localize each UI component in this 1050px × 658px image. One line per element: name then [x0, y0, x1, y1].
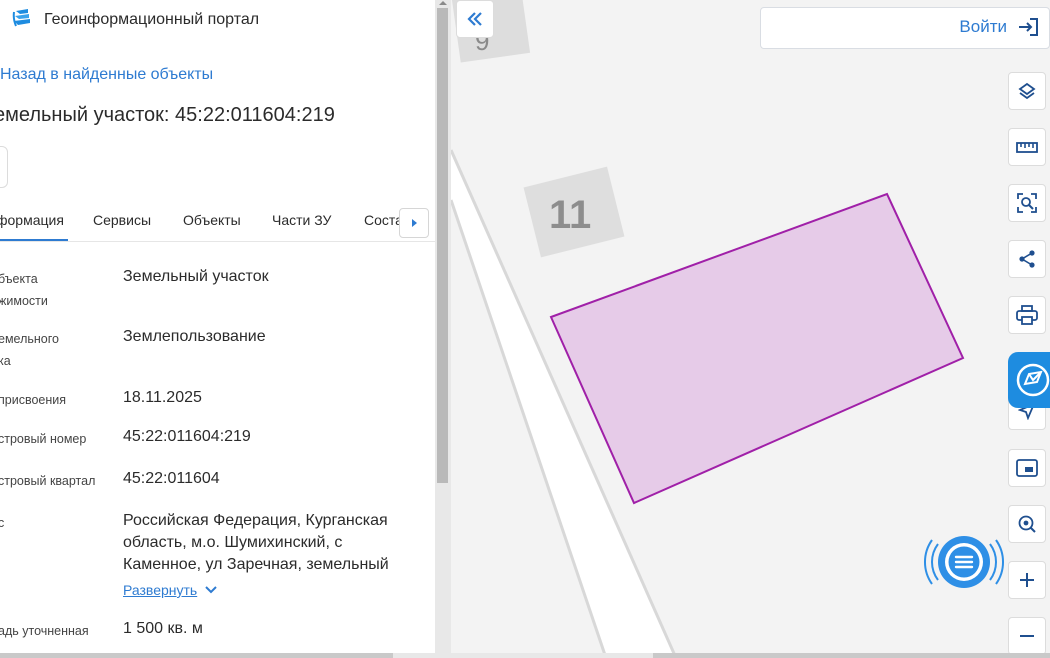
detail-label-object-type: бъекта жимости	[0, 272, 48, 308]
detail-label-address: с	[0, 516, 5, 530]
panel-scrollbar[interactable]	[435, 0, 451, 658]
app-window: Геоинформационный портал Назад в найденн…	[0, 0, 1050, 658]
chat-button[interactable]	[920, 522, 1008, 602]
select-area-icon	[1017, 193, 1037, 213]
active-tab-indicator	[0, 239, 68, 241]
print-icon	[1016, 305, 1038, 325]
back-to-results-link[interactable]: Назад в найденные объекты	[0, 66, 213, 84]
tab-composition[interactable]: Соста	[364, 212, 403, 228]
detail-label-assign-date: присвоения	[0, 393, 67, 407]
tab-information[interactable]: формация	[0, 212, 64, 228]
action-button[interactable]	[0, 146, 8, 188]
minimap-icon	[1016, 459, 1038, 477]
double-chevron-left-icon	[467, 12, 482, 26]
measure-button[interactable]	[1008, 128, 1046, 166]
detail-value-area: 1 500 кв. м	[123, 620, 203, 637]
collapse-panel-button[interactable]	[456, 0, 494, 38]
detail-label-cadastral-number: стровый номер	[0, 432, 87, 446]
tab-objects[interactable]: Объекты	[183, 212, 241, 228]
bottom-scrollbar[interactable]	[0, 653, 1050, 658]
house-number-11: 11	[523, 166, 625, 258]
detail-value-assign-date: 18.11.2025	[123, 389, 202, 406]
portal-brand-icon	[1016, 363, 1050, 397]
app-title: Геоинформационный портал	[44, 11, 260, 28]
detail-value-cadastral-number: 45:22:011604:219	[123, 428, 251, 445]
zoom-in-icon	[1020, 573, 1034, 587]
scroll-up-arrow-icon[interactable]	[439, 1, 447, 5]
detail-value-object-type: Земельный участок	[123, 268, 269, 285]
share-icon	[1019, 250, 1035, 268]
ruler-icon	[1016, 142, 1038, 153]
detail-label-cadastral-quarter: стровый квартал	[0, 474, 96, 488]
detail-value-cadastral-quarter: 45:22:011604	[123, 470, 220, 487]
bottom-scrollbar-thumb[interactable]	[393, 653, 653, 658]
location-search-icon	[1018, 515, 1036, 533]
login-button[interactable]: Войти	[959, 17, 1039, 37]
detail-value-address: Российская Федерация, Курганская область…	[123, 512, 389, 573]
object-title: емельный участок: 45:22:011604:219	[0, 104, 335, 126]
select-area-button[interactable]	[1008, 184, 1046, 222]
caret-right-icon	[412, 219, 417, 227]
location-search-button[interactable]	[1008, 505, 1046, 543]
print-button[interactable]	[1008, 296, 1046, 334]
share-button[interactable]	[1008, 240, 1046, 278]
expand-address-link[interactable]: Развернуть	[123, 582, 217, 598]
zoom-out-icon	[1020, 635, 1034, 637]
tab-services[interactable]: Сервисы	[93, 212, 151, 228]
portal-logo-icon	[12, 7, 34, 34]
detail-label-area: адь уточненная	[0, 624, 89, 638]
tab-parcel-parts[interactable]: Части ЗУ	[272, 212, 331, 228]
land-parcel-polygon[interactable]	[549, 192, 965, 505]
login-label: Войти	[959, 17, 1007, 36]
expand-label: Развернуть	[123, 582, 198, 598]
detail-value-parcel-type: Землепользование	[123, 328, 266, 345]
app-header[interactable]: Геоинформационный портал	[12, 8, 259, 32]
scrollbar-thumb[interactable]	[437, 8, 448, 483]
layers-button[interactable]	[1008, 72, 1046, 110]
tabs-scroll-right-button[interactable]	[399, 208, 429, 238]
top-bar: Войти	[760, 7, 1050, 49]
zoom-out-button[interactable]	[1008, 617, 1046, 655]
login-icon	[1019, 18, 1038, 36]
object-info-panel: Геоинформационный портал Назад в найденн…	[0, 0, 435, 658]
chevron-down-icon	[205, 586, 217, 594]
portal-brand-tab[interactable]	[1008, 352, 1050, 408]
tab-bar: формация Сервисы Объекты Части ЗУ Соста	[0, 200, 435, 242]
zoom-in-button[interactable]	[1008, 561, 1046, 599]
minimap-button[interactable]	[1008, 449, 1046, 487]
svg-text:11: 11	[549, 193, 591, 237]
layers-icon	[1018, 82, 1036, 100]
chat-icon	[923, 536, 1005, 588]
detail-label-parcel-type: емельного ка	[0, 332, 59, 368]
